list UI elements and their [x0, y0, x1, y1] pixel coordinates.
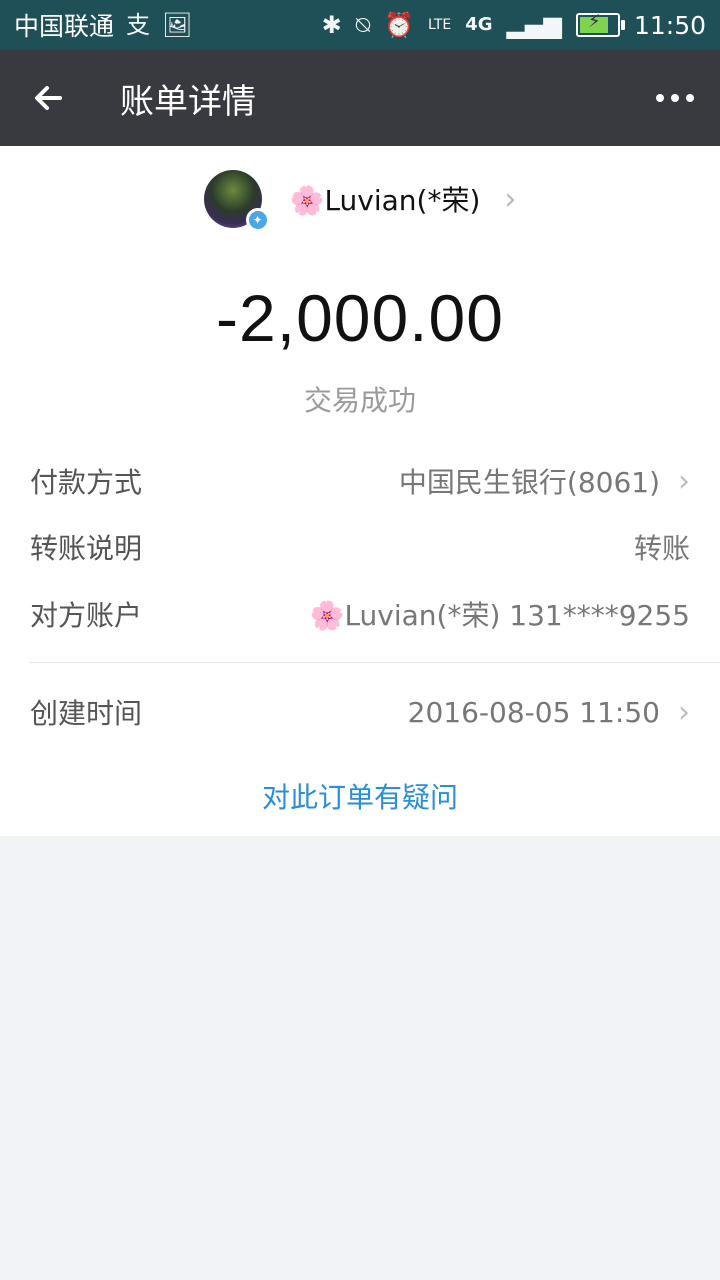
detail-label: 对方账户	[30, 599, 143, 632]
detail-row-transfer-note: 转账说明 转账	[30, 514, 690, 580]
alarm-icon: ⏰	[384, 11, 414, 39]
transaction-status: 交易成功	[303, 384, 416, 417]
avatar-image: ✦	[203, 170, 270, 232]
lte-label: LTE	[427, 17, 452, 33]
payee-name: 🌸Luvian(*荣)	[289, 184, 481, 217]
detail-value: 中国民生银行(8061)	[398, 466, 660, 499]
bluetooth-icon: ✱	[321, 11, 342, 39]
arrow-left-icon[interactable]	[0, 50, 96, 146]
divider	[30, 662, 720, 663]
status-bar: 中国联通 支 🖼 ✱ ⍉ ⏰ LTE 4G ▂▄▆ ⚡ 11:50	[0, 0, 720, 50]
detail-row-created-time[interactable]: 创建时间 2016-08-05 11:50 ›	[30, 679, 690, 745]
detail-value: 🌸Luvian(*荣) 131****9255	[309, 599, 690, 632]
detail-label: 付款方式	[30, 466, 143, 499]
detail-row-counterparty: 对方账户 🌸Luvian(*荣) 131****9255	[30, 581, 690, 647]
title-bar: 账单详情	[0, 50, 720, 146]
verified-badge-icon: ✦	[245, 208, 270, 232]
detail-row-payment-method[interactable]: 付款方式 中国民生银行(8061) ›	[30, 448, 690, 514]
detail-value: 2016-08-05 11:50	[407, 695, 660, 729]
battery-charging-icon: ⚡	[575, 11, 625, 37]
vibrate-icon: ⍉	[355, 11, 371, 39]
detail-label: 转账说明	[30, 532, 143, 565]
gallery-icon: 🖼	[162, 11, 193, 39]
amount: -2,000.00	[216, 281, 504, 355]
order-question-link[interactable]: 对此订单有疑问	[0, 776, 720, 816]
detail-value: 转账	[633, 532, 690, 565]
signal-icon: ▂▄▆	[506, 11, 562, 39]
alipay-icon: 支	[126, 11, 151, 39]
network-label: 4G	[465, 14, 493, 35]
chevron-right-icon: ›	[678, 463, 690, 499]
payee-row[interactable]: ✦ 🌸Luvian(*荣) ›	[0, 168, 720, 232]
bill-detail-card: ✦ 🌸Luvian(*荣) › -2,000.00 交易成功 付款方式 中国民生…	[0, 146, 720, 836]
clock: 11:50	[633, 10, 706, 40]
chevron-right-icon: ›	[504, 181, 517, 217]
page-title: 账单详情	[120, 81, 256, 122]
carrier-label: 中国联通	[14, 12, 115, 41]
chevron-right-icon: ›	[678, 694, 690, 730]
detail-label: 创建时间	[30, 697, 143, 730]
more-dots-icon[interactable]	[630, 50, 720, 146]
